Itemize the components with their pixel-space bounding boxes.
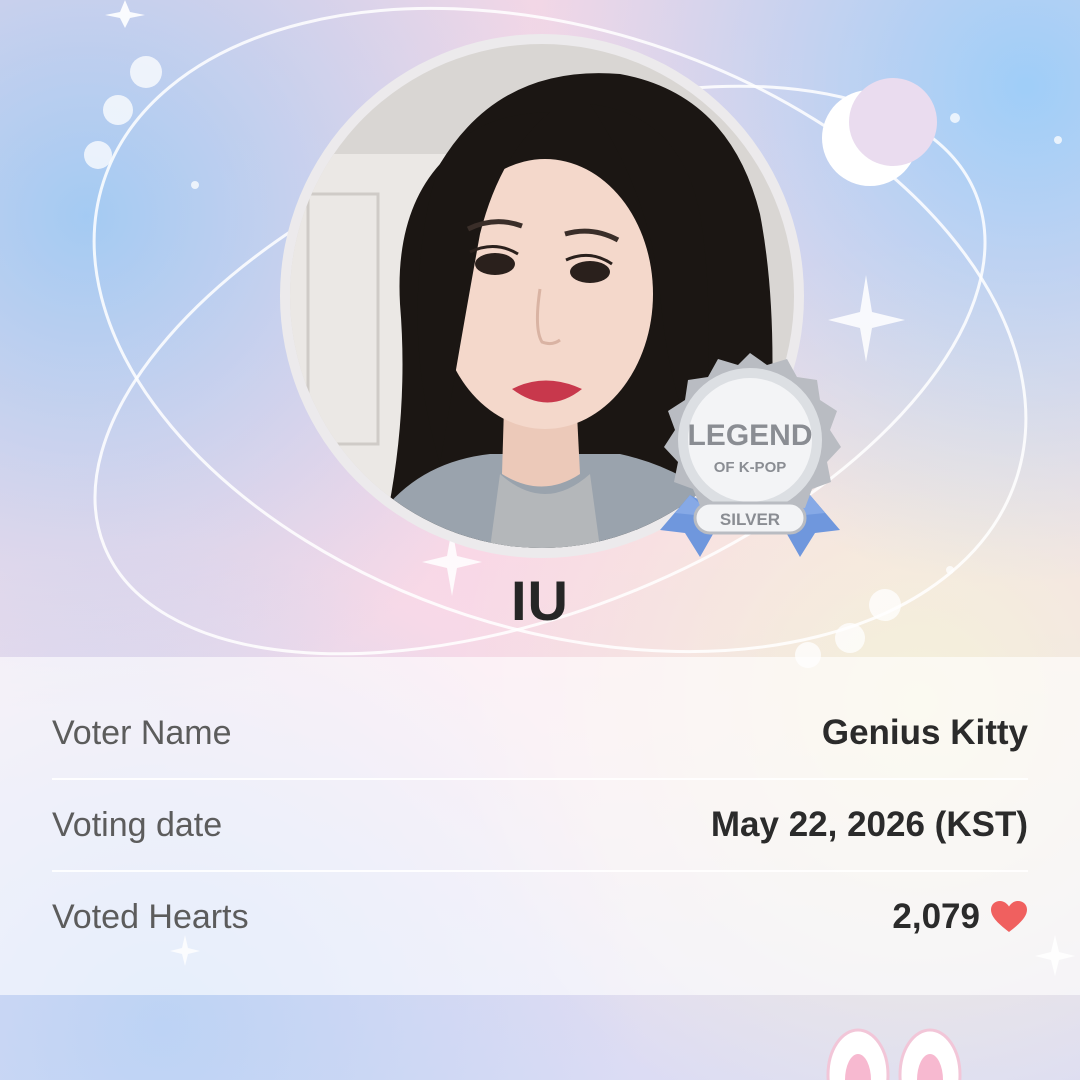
voted-hearts-value: 2,079 [892,897,980,936]
legend-silver-badge: LEGEND OF K-POP SILVER [660,353,841,557]
idol-name: IU [511,569,569,632]
voting-date-label: Voting date [52,805,223,844]
badge-line2: OF K-POP [714,459,787,476]
moon-icon [822,78,937,186]
voter-name-label: Voter Name [52,713,232,752]
badge-tier: SILVER [720,510,780,529]
voted-hearts-value-wrap: 2,079 [892,897,1028,937]
heart-icon [991,901,1027,932]
vote-details-card: Voter Name Genius Kitty Voting date May … [0,657,1080,995]
voted-hearts-label: Voted Hearts [52,897,249,936]
voting-date-value: May 22, 2026 (KST) [710,805,1028,844]
voting-date-row: Voting date May 22, 2026 (KST) [52,779,1028,871]
voter-name-row: Voter Name Genius Kitty [52,687,1028,779]
voter-name-value: Genius Kitty [821,713,1028,752]
voted-hearts-row: Voted Hearts 2,079 [52,871,1028,963]
badge-line1: LEGEND [687,419,812,452]
